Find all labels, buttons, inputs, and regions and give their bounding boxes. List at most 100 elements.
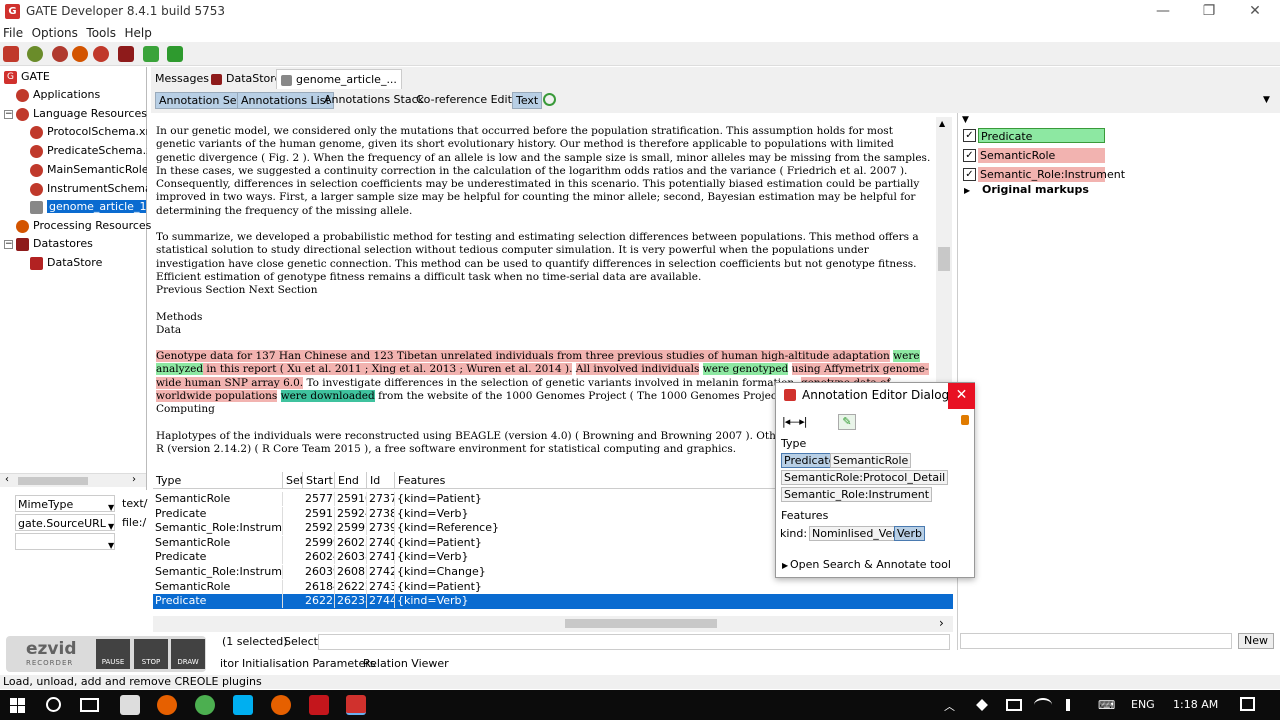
menu-help[interactable]: Help bbox=[121, 24, 153, 40]
tree-datastores[interactable]: Datastores bbox=[16, 235, 93, 253]
close-window-button[interactable]: ✕ bbox=[1232, 0, 1278, 24]
expand-arrow-icon[interactable]: ▶ bbox=[782, 561, 788, 570]
extend-span-icon[interactable]: |◂—▸| bbox=[782, 415, 807, 428]
tab-editor[interactable]: itor bbox=[220, 656, 239, 672]
annotation-type-checkbox[interactable]: ✓ bbox=[963, 148, 976, 162]
wifi-icon[interactable] bbox=[1034, 698, 1052, 712]
show-hidden-icons-icon[interactable]: ︿ bbox=[944, 698, 955, 714]
new-language-resource-icon[interactable] bbox=[52, 46, 68, 62]
annotation-span-semanticrole[interactable]: All involved individuals bbox=[575, 363, 700, 376]
type-option-semanticrole[interactable]: SemanticRole bbox=[830, 453, 912, 468]
scroll-thumb[interactable] bbox=[565, 619, 717, 628]
expand-arrow-icon[interactable]: ▶ bbox=[964, 186, 970, 195]
dropdown-arrow-icon[interactable]: ▼ bbox=[1263, 95, 1270, 105]
menu-options[interactable]: Options bbox=[29, 24, 80, 40]
annotation-type-checkbox[interactable]: ✓ bbox=[963, 129, 976, 142]
search-icon[interactable] bbox=[543, 93, 556, 106]
tree-horizontal-scrollbar[interactable]: ‹ › bbox=[0, 473, 146, 487]
scroll-up-icon[interactable]: ▲ bbox=[939, 119, 945, 128]
property-row[interactable]: MimeType ▼ text/ bbox=[0, 495, 147, 514]
annotation-type-label[interactable]: SemanticRole bbox=[978, 147, 1105, 163]
menu-file[interactable]: File bbox=[0, 24, 25, 40]
table-row[interactable]: SemanticRole 26184262222743{kind=Patient} bbox=[153, 579, 953, 595]
new-set-button[interactable]: New bbox=[1238, 633, 1274, 649]
property-row[interactable]: gate.SourceURL ▼ file:/ bbox=[0, 514, 147, 533]
annotation-span-instrument[interactable]: in this report ( Xu et al. 2011 ; Xing e… bbox=[203, 363, 573, 376]
type-option-protocol-detail[interactable]: SemanticRole:Protocol_Detail bbox=[781, 470, 949, 485]
tree-lr-item[interactable]: MainSemanticRoleSc bbox=[30, 161, 147, 179]
skype-icon[interactable] bbox=[233, 695, 253, 715]
tree-datastore-item[interactable]: DataStore bbox=[30, 254, 102, 272]
toggle-text[interactable]: Text bbox=[512, 92, 543, 109]
restore-button[interactable]: ❐ bbox=[1186, 0, 1232, 24]
toggle-coreference-editor[interactable]: Co-reference Editor bbox=[413, 92, 526, 109]
annotation-type-checkbox[interactable]: ✓ bbox=[963, 168, 976, 181]
annotation-span-predicate[interactable]: were genotyped bbox=[702, 363, 789, 376]
language-indicator[interactable]: ENG bbox=[1131, 698, 1155, 711]
stop-button[interactable]: STOP bbox=[134, 639, 168, 669]
acrobat-icon[interactable] bbox=[309, 695, 329, 715]
firefox-icon[interactable] bbox=[271, 695, 291, 715]
collapse-arrow-icon[interactable]: ▼ bbox=[962, 115, 969, 125]
annotation-span-semanticrole[interactable]: Genotype data for 137 Han Chinese and 12… bbox=[156, 350, 890, 363]
scroll-thumb[interactable] bbox=[938, 247, 950, 271]
draw-button[interactable]: DRAW bbox=[171, 639, 205, 669]
property-row-empty[interactable]: ▼ bbox=[0, 533, 147, 552]
dropdown-arrow-icon[interactable]: ▼ bbox=[108, 537, 114, 555]
column-header-id[interactable]: Id bbox=[367, 472, 395, 489]
windows-start-icon[interactable] bbox=[10, 698, 25, 713]
annotation-type-label[interactable]: Predicate bbox=[978, 128, 1105, 143]
annotation-diff-icon[interactable] bbox=[167, 46, 183, 62]
datastore-icon[interactable] bbox=[118, 46, 134, 62]
tab-document[interactable]: genome_article_... bbox=[276, 69, 402, 89]
column-header-type[interactable]: Type bbox=[153, 472, 283, 489]
cortana-search-icon[interactable] bbox=[46, 697, 61, 712]
column-header-start[interactable]: Start bbox=[303, 472, 335, 489]
toggle-annotations-stack[interactable]: Annotations Stack bbox=[321, 92, 427, 109]
open-search-annotate-toggle[interactable]: Open Search & Annotate tool bbox=[790, 558, 951, 571]
keyboard-icon[interactable]: ⌨ bbox=[1098, 698, 1115, 712]
tree-lr-item-selected[interactable]: genome_article_1_0 bbox=[30, 198, 146, 216]
pause-button[interactable]: PAUSE bbox=[96, 639, 130, 669]
table-row[interactable]: Predicate 26223262382744{kind=Verb} bbox=[153, 594, 953, 609]
firefox-icon[interactable] bbox=[157, 695, 177, 715]
annotation-type-label[interactable]: Semantic_Role:Instrument bbox=[978, 167, 1125, 182]
new-set-input[interactable] bbox=[960, 633, 1232, 649]
scroll-thumb[interactable] bbox=[18, 477, 88, 485]
new-processing-resource-icon[interactable] bbox=[72, 46, 88, 62]
menu-tools[interactable]: Tools bbox=[83, 24, 118, 40]
gate-taskbar-icon[interactable] bbox=[346, 695, 366, 715]
scroll-right-icon[interactable]: › bbox=[939, 616, 944, 630]
tree-language-resources[interactable]: Language Resources bbox=[16, 105, 147, 123]
load-plugins-icon[interactable] bbox=[3, 46, 19, 62]
feature-value-option[interactable]: Nominlised_Verb bbox=[809, 526, 907, 541]
minimize-button[interactable]: — bbox=[1140, 0, 1186, 24]
scroll-left-icon[interactable]: ‹ bbox=[5, 474, 9, 485]
toggle-annotations-list[interactable]: Annotations List bbox=[237, 92, 334, 109]
mail-icon[interactable] bbox=[120, 695, 140, 715]
tree-root-gate[interactable]: G GATE bbox=[4, 68, 50, 86]
notifications-icon[interactable] bbox=[1240, 697, 1255, 711]
scroll-right-icon[interactable]: › bbox=[132, 474, 136, 485]
volume-icon[interactable] bbox=[1066, 699, 1080, 711]
close-dialog-button[interactable]: ✕ bbox=[948, 383, 975, 409]
tab-messages[interactable]: Messages bbox=[151, 69, 213, 89]
select-filter-input[interactable] bbox=[318, 634, 950, 650]
device-icon[interactable] bbox=[1006, 699, 1022, 711]
feature-value-option-selected[interactable]: Verb bbox=[894, 526, 925, 541]
clock[interactable]: 1:18 AM bbox=[1173, 698, 1218, 711]
original-markups-item[interactable]: Original markups bbox=[982, 183, 1089, 196]
new-application-icon[interactable] bbox=[27, 46, 43, 62]
type-option-instrument[interactable]: Semantic_Role:Instrument bbox=[781, 487, 933, 502]
datastores-expander[interactable]: − bbox=[4, 240, 13, 249]
column-header-set[interactable]: Set bbox=[283, 472, 303, 489]
task-view-icon[interactable] bbox=[80, 698, 99, 712]
dropbox-icon[interactable] bbox=[976, 699, 988, 711]
table-horizontal-scrollbar[interactable]: › bbox=[153, 616, 953, 632]
tree-applications[interactable]: Applications bbox=[16, 86, 100, 104]
tree-processing-resources[interactable]: Processing Resources bbox=[16, 217, 151, 235]
tab-initialisation-parameters[interactable]: Initialisation Parameters bbox=[242, 656, 376, 672]
tab-relation-viewer[interactable]: Relation Viewer bbox=[363, 656, 449, 672]
pin-icon[interactable] bbox=[961, 415, 969, 425]
tab-datastore[interactable]: DataStore bbox=[207, 69, 285, 89]
